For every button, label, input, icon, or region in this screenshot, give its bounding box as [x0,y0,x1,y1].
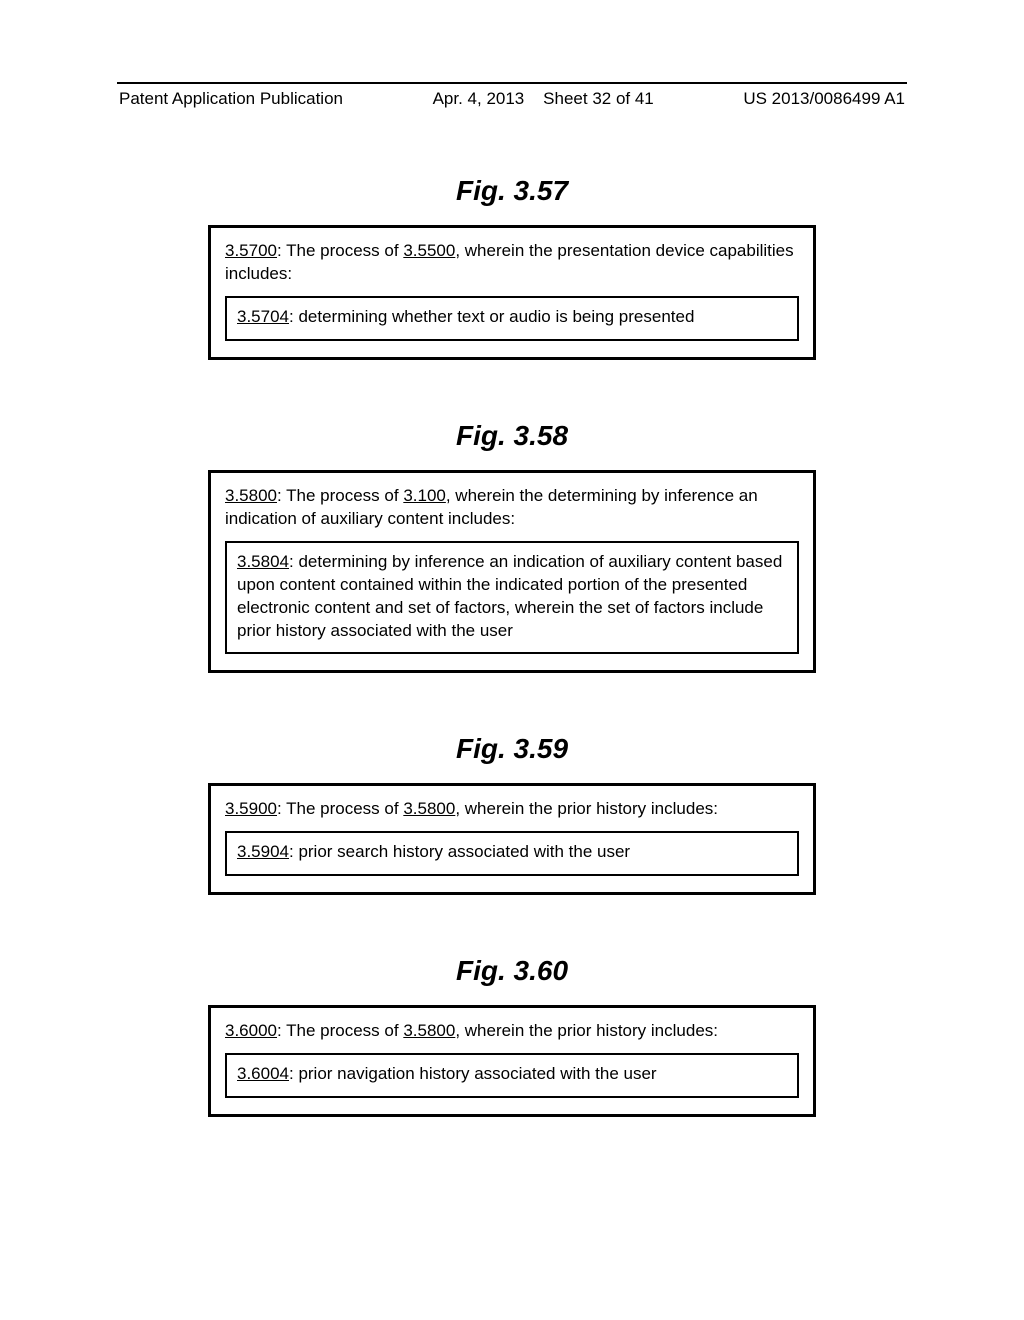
inner-text: : prior search history associated with t… [289,842,630,861]
figure-block: Fig. 3.59 3.5900: The process of 3.5800,… [117,733,907,895]
outer-text-1: : The process of [277,799,403,818]
outer-box: 3.6000: The process of 3.5800, wherein t… [208,1005,816,1117]
inner-ref: 3.5704 [237,307,289,326]
inner-ref: 3.6004 [237,1064,289,1083]
outer-text-1: : The process of [277,486,403,505]
header-date: Apr. 4, 2013 [433,89,525,108]
outer-text-2: , wherein the prior history includes: [455,1021,718,1040]
outer-text-1: : The process of [277,1021,403,1040]
outer-text: 3.5900: The process of 3.5800, wherein t… [225,798,799,821]
outer-ref: 3.6000 [225,1021,277,1040]
outer-text-2: , wherein the prior history includes: [455,799,718,818]
header-rule [117,82,907,84]
inner-text: : determining whether text or audio is b… [289,307,694,326]
inner-text: : prior navigation history associated wi… [289,1064,657,1083]
page-container: Patent Application Publication Apr. 4, 2… [117,0,907,1117]
outer-ref: 3.5800 [225,486,277,505]
inner-box: 3.5804: determining by inference an indi… [225,541,799,655]
page-header: Patent Application Publication Apr. 4, 2… [117,89,907,115]
outer-box: 3.5800: The process of 3.100, wherein th… [208,470,816,674]
outer-text: 3.5700: The process of 3.5500, wherein t… [225,240,799,286]
outer-ref2: 3.5800 [403,1021,455,1040]
outer-text: 3.6000: The process of 3.5800, wherein t… [225,1020,799,1043]
inner-box: 3.5704: determining whether text or audi… [225,296,799,341]
outer-text-1: : The process of [277,241,403,260]
figure-title: Fig. 3.57 [117,175,907,207]
figure-title: Fig. 3.59 [117,733,907,765]
figure-title: Fig. 3.58 [117,420,907,452]
publication-number: US 2013/0086499 A1 [743,89,905,109]
outer-text: 3.5800: The process of 3.100, wherein th… [225,485,799,531]
outer-ref2: 3.5800 [403,799,455,818]
figure-title: Fig. 3.60 [117,955,907,987]
outer-ref2: 3.100 [403,486,446,505]
header-sheet: Sheet 32 of 41 [543,89,654,108]
header-center: Apr. 4, 2013 Sheet 32 of 41 [433,89,654,109]
outer-ref: 3.5900 [225,799,277,818]
outer-ref2: 3.5500 [403,241,455,260]
content-area: Fig. 3.57 3.5700: The process of 3.5500,… [117,115,907,1117]
outer-ref: 3.5700 [225,241,277,260]
figure-block: Fig. 3.58 3.5800: The process of 3.100, … [117,420,907,674]
outer-box: 3.5700: The process of 3.5500, wherein t… [208,225,816,360]
publication-label: Patent Application Publication [119,89,343,109]
inner-box: 3.6004: prior navigation history associa… [225,1053,799,1098]
figure-block: Fig. 3.57 3.5700: The process of 3.5500,… [117,175,907,360]
inner-box: 3.5904: prior search history associated … [225,831,799,876]
outer-box: 3.5900: The process of 3.5800, wherein t… [208,783,816,895]
figure-block: Fig. 3.60 3.6000: The process of 3.5800,… [117,955,907,1117]
inner-ref: 3.5804 [237,552,289,571]
inner-text: : determining by inference an indication… [237,552,782,640]
inner-ref: 3.5904 [237,842,289,861]
